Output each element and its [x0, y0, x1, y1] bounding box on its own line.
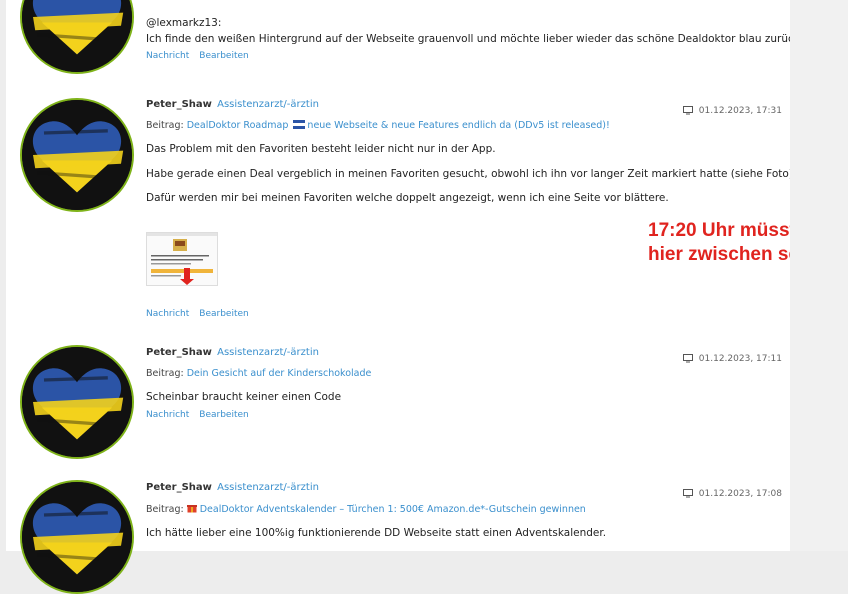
- edit-button[interactable]: Bearbeiten: [199, 51, 248, 61]
- username[interactable]: Peter_Shaw: [146, 99, 212, 110]
- attached-screenshot-thumbnail[interactable]: [146, 232, 218, 286]
- ukraine-heart-avatar[interactable]: [20, 345, 134, 459]
- post-actions: Nachricht Bearbeiten: [146, 410, 782, 420]
- comment-paragraph-text: Habe gerade einen Deal vergeblich in mei…: [146, 168, 793, 180]
- username[interactable]: Peter_Shaw: [146, 347, 212, 358]
- ukraine-heart-avatar[interactable]: [20, 0, 134, 74]
- message-button[interactable]: Nachricht: [146, 51, 189, 61]
- avatar-image: [22, 100, 132, 210]
- message-button[interactable]: Nachricht: [146, 309, 189, 319]
- post-actions: Nachricht Bearbeiten: [146, 309, 782, 319]
- avatar-image: [22, 0, 132, 72]
- comment-text: Ich finde den weißen Hintergrund auf der…: [146, 33, 840, 45]
- thread-link[interactable]: DealDoktor Adventskalender – Türchen 1: …: [200, 504, 586, 515]
- ukraine-heart-avatar[interactable]: [20, 480, 134, 594]
- right-gutter: [790, 0, 848, 551]
- beitrag-label: Beitrag:: [146, 120, 184, 131]
- timestamp: 01.12.2023, 17:08: [698, 489, 782, 499]
- post-meta: 01.12.2023, 17:31: [682, 106, 782, 116]
- gift-icon: [186, 505, 197, 513]
- beitrag-label: Beitrag:: [146, 504, 184, 515]
- post-meta: 01.12.2023, 17:08: [682, 489, 782, 499]
- comment-paragraph: Das Problem mit den Favoriten besteht le…: [146, 143, 496, 155]
- thread-reference: Beitrag: DealDoktor Roadmap neue Webseit…: [146, 120, 782, 131]
- comment-feed: @lexmarkz13: Ich finde den weißen Hinter…: [6, 0, 840, 594]
- thread-reference: Beitrag: Dein Gesicht auf der Kinderscho…: [146, 368, 782, 379]
- thread-link-part2[interactable]: neue Webseite & neue Features endlich da…: [307, 120, 609, 131]
- ukraine-heart-avatar[interactable]: [20, 98, 134, 212]
- screenshot-thumbnail-image: [147, 233, 217, 285]
- edit-button[interactable]: Bearbeiten: [199, 309, 248, 319]
- monitor-icon: [682, 489, 693, 498]
- comment-paragraph: Habe gerade einen Deal vergeblich in mei…: [146, 167, 807, 180]
- avatar-image: [22, 347, 132, 457]
- comment-paragraph: Dafür werden mir bei meinen Favoriten we…: [146, 192, 669, 204]
- avatar-image: [22, 482, 132, 592]
- timestamp: 01.12.2023, 17:31: [698, 106, 782, 116]
- thread-reference: Beitrag: DealDoktor Adventskalender – Tü…: [146, 503, 782, 515]
- username[interactable]: Peter_Shaw: [146, 482, 212, 493]
- user-role[interactable]: Assistenzarzt/-ärztin: [217, 99, 319, 110]
- user-role[interactable]: Assistenzarzt/-ärztin: [217, 347, 319, 358]
- user-role[interactable]: Assistenzarzt/-ärztin: [217, 482, 319, 493]
- comment-paragraph: Ich hätte lieber eine 100%ig funktionier…: [146, 527, 607, 539]
- flag-icon: [293, 120, 306, 129]
- monitor-icon: [682, 106, 693, 115]
- timestamp: 01.12.2023, 17:11: [698, 354, 782, 364]
- message-button[interactable]: Nachricht: [146, 410, 189, 420]
- beitrag-label: Beitrag:: [146, 368, 184, 379]
- edit-button[interactable]: Bearbeiten: [199, 410, 248, 420]
- thread-link[interactable]: Dein Gesicht auf der Kinderschokolade: [187, 368, 372, 379]
- post-meta: 01.12.2023, 17:11: [682, 354, 782, 364]
- mention: @lexmarkz13:: [146, 17, 222, 29]
- thread-link-part1[interactable]: DealDoktor Roadmap: [187, 120, 289, 131]
- post-actions: Nachricht Bearbeiten: [146, 51, 782, 61]
- monitor-icon: [682, 354, 693, 363]
- comment-paragraph: Scheinbar braucht keiner einen Code: [146, 391, 342, 403]
